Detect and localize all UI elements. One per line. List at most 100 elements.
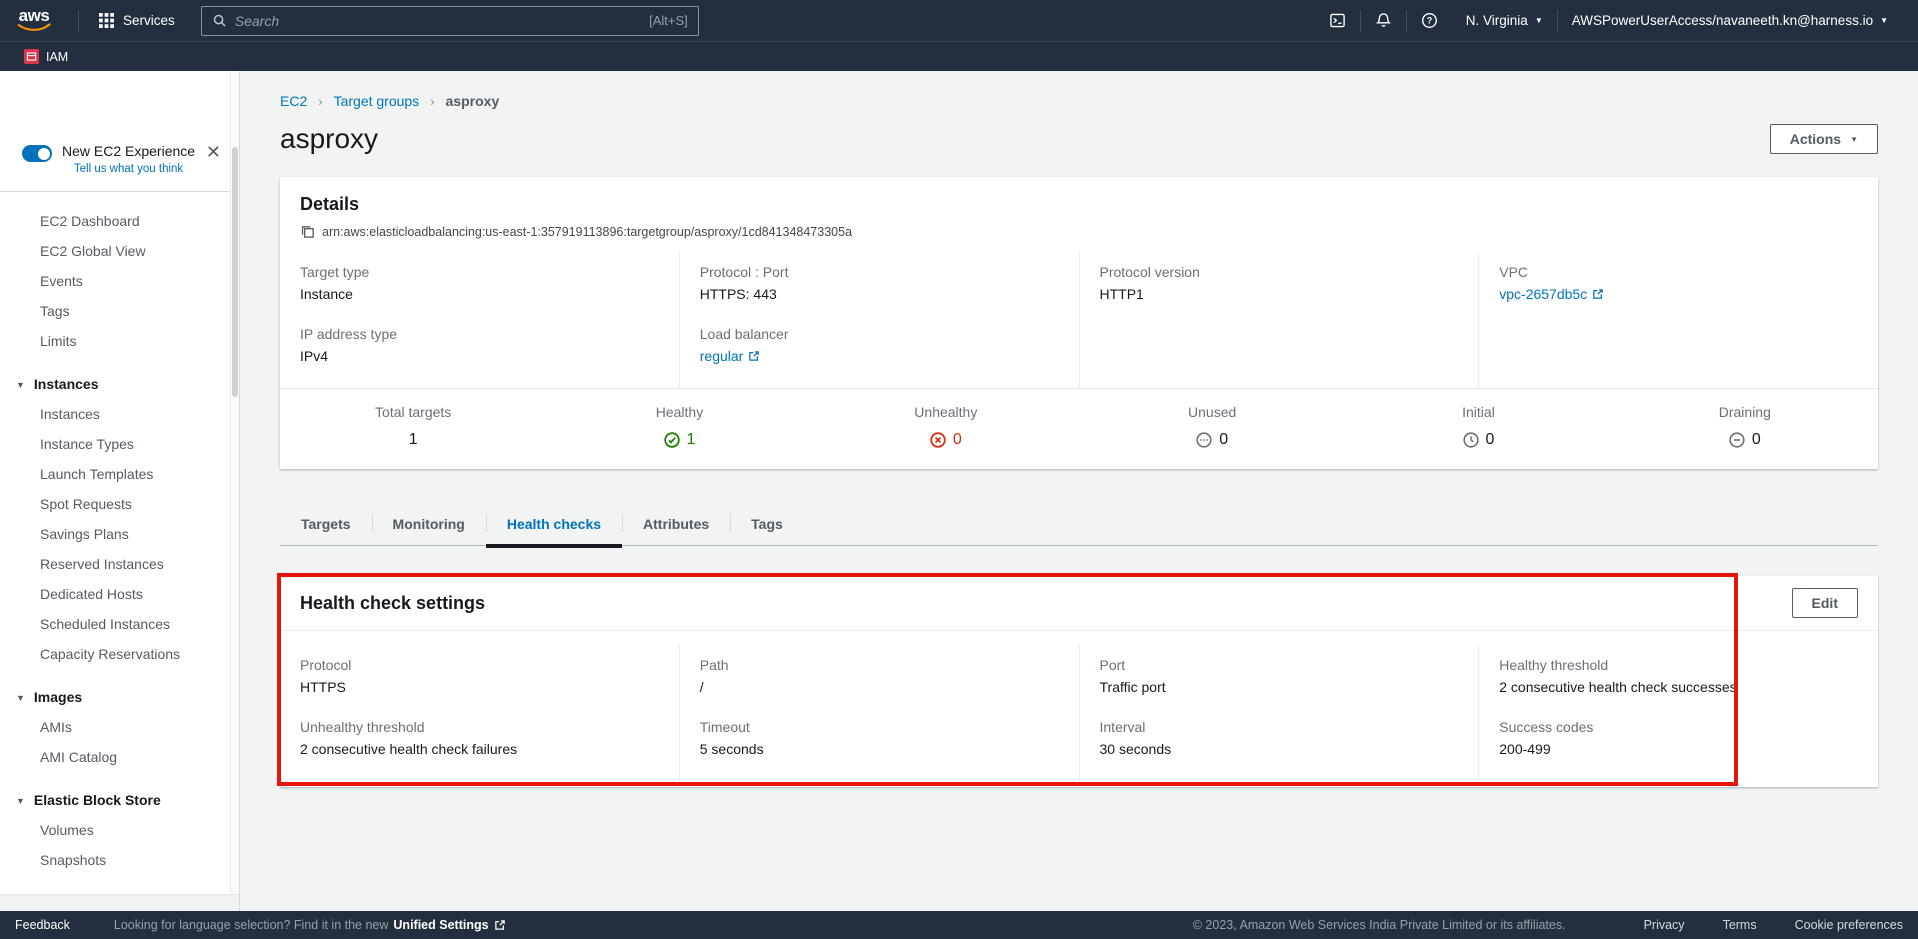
region-label: N. Virginia: [1466, 13, 1528, 28]
field-label: Timeout: [700, 719, 1059, 735]
close-icon[interactable]: ✕: [202, 143, 225, 161]
tab-health-checks[interactable]: Health checks: [486, 505, 622, 545]
sidebar-item-instances[interactable]: Instances: [0, 399, 239, 429]
sidebar-scrollbar[interactable]: [230, 71, 239, 894]
sidebar-section-images[interactable]: ▼Images: [0, 682, 239, 712]
field-label: VPC: [1499, 264, 1858, 280]
sidebar-item-dedicated-hosts[interactable]: Dedicated Hosts: [0, 579, 239, 609]
unified-settings-link[interactable]: Unified Settings: [393, 918, 488, 932]
sidebar-item-volumes[interactable]: Volumes: [0, 815, 239, 845]
tab-targets[interactable]: Targets: [280, 505, 372, 545]
field-label: Port: [1100, 657, 1459, 673]
sidebar-item-ec2-dashboard[interactable]: EC2 Dashboard: [0, 206, 239, 236]
services-menu-button[interactable]: Services: [91, 13, 183, 28]
global-search-box[interactable]: [Alt+S]: [201, 6, 699, 36]
hc-success-codes-value: 200-499: [1499, 741, 1858, 757]
account-menu[interactable]: AWSPowerUserAccess/navaneeth.kn@harness.…: [1558, 13, 1902, 28]
sidebar-item-spot-requests[interactable]: Spot Requests: [0, 489, 239, 519]
cloudshell-terminal-icon: [1329, 12, 1346, 29]
x-circle-icon: [930, 432, 946, 448]
sidebar-item-launch-templates[interactable]: Launch Templates: [0, 459, 239, 489]
minus-circle-icon: [1729, 432, 1745, 448]
triangle-down-icon: ▼: [16, 796, 25, 806]
breadcrumb-ec2-link[interactable]: EC2: [280, 93, 307, 109]
draining-count: 0: [1752, 431, 1761, 449]
sidebar-item-reserved-instances[interactable]: Reserved Instances: [0, 549, 239, 579]
search-shortcut-hint: [Alt+S]: [649, 13, 688, 28]
field-label: Protocol: [300, 657, 659, 673]
vpc-link[interactable]: vpc-2657db5c: [1499, 286, 1604, 302]
hc-port-value: Traffic port: [1100, 679, 1459, 695]
tab-monitoring[interactable]: Monitoring: [372, 505, 486, 545]
edit-button[interactable]: Edit: [1792, 588, 1858, 618]
favorite-iam-link[interactable]: IAM: [24, 49, 68, 64]
field-label: Load balancer: [700, 326, 1059, 342]
actions-button[interactable]: Actions ▼: [1770, 124, 1878, 154]
top-navigation-bar: aws Services [Alt+S]: [0, 0, 1918, 41]
health-check-grid: Protocol HTTPS Unhealthy threshold 2 con…: [280, 631, 1878, 787]
total-targets-count: 1: [409, 431, 418, 449]
terms-link[interactable]: Terms: [1723, 918, 1757, 932]
sidebar-item-savings-plans[interactable]: Savings Plans: [0, 519, 239, 549]
bell-icon: [1375, 12, 1392, 29]
cloudshell-button[interactable]: [1315, 12, 1360, 29]
search-input[interactable]: [235, 13, 649, 29]
cookie-preferences-link[interactable]: Cookie preferences: [1795, 918, 1903, 932]
region-selector[interactable]: N. Virginia ▼: [1452, 13, 1557, 28]
sidebar-item-scheduled-instances[interactable]: Scheduled Instances: [0, 609, 239, 639]
sidebar-item-amis[interactable]: AMIs: [0, 712, 239, 742]
sidebar-item-instance-types[interactable]: Instance Types: [0, 429, 239, 459]
tab-tags[interactable]: Tags: [730, 505, 804, 545]
services-grid-icon: [99, 13, 114, 28]
main-content: EC2 › Target groups › asproxy asproxy Ac…: [240, 71, 1918, 911]
sidebar-item-snapshots[interactable]: Snapshots: [0, 845, 239, 875]
breadcrumb-target-groups-link[interactable]: Target groups: [334, 93, 420, 109]
sidebar-item-limits[interactable]: Limits: [0, 326, 239, 356]
aws-logo[interactable]: aws: [16, 8, 52, 33]
total-targets-stat: Total targets 1: [280, 404, 546, 449]
copyright-text: © 2023, Amazon Web Services India Privat…: [1193, 918, 1566, 932]
new-experience-toggle[interactable]: [22, 145, 52, 162]
chevron-down-icon: ▼: [1535, 16, 1543, 25]
target-type-value: Instance: [300, 286, 659, 302]
copy-icon[interactable]: [300, 224, 315, 239]
services-label: Services: [123, 13, 175, 28]
sidebar-section-elastic-block-store[interactable]: ▼Elastic Block Store: [0, 785, 239, 815]
tab-attributes[interactable]: Attributes: [622, 505, 730, 545]
feedback-link[interactable]: Feedback: [15, 918, 70, 932]
help-button[interactable]: ?: [1407, 12, 1452, 29]
sidebar-menu: EC2 Dashboard EC2 Global View Events Tag…: [0, 192, 239, 875]
hc-protocol-value: HTTPS: [300, 679, 659, 695]
notifications-button[interactable]: [1361, 12, 1406, 29]
ip-address-type-value: IPv4: [300, 348, 659, 364]
field-label: Protocol version: [1100, 264, 1459, 280]
scrollbar-thumb[interactable]: [232, 147, 238, 397]
unused-stat: Unused 0: [1079, 404, 1345, 449]
target-group-tabs: Targets Monitoring Health checks Attribu…: [280, 505, 1878, 546]
healthy-count: 1: [687, 431, 696, 449]
initial-count: 0: [1486, 431, 1495, 449]
check-circle-icon: [664, 432, 680, 448]
field-label: Path: [700, 657, 1059, 673]
sidebar-item-ami-catalog[interactable]: AMI Catalog: [0, 742, 239, 772]
sidebar-section-instances[interactable]: ▼Instances: [0, 369, 239, 399]
triangle-down-icon: ▼: [16, 380, 25, 390]
hc-path-value: /: [700, 679, 1059, 695]
sidebar: New EC2 Experience Tell us what you thin…: [0, 71, 240, 911]
breadcrumb-current: asproxy: [446, 93, 500, 109]
new-experience-banner: New EC2 Experience Tell us what you thin…: [0, 143, 239, 192]
sidebar-item-tags[interactable]: Tags: [0, 296, 239, 326]
health-check-settings-title: Health check settings: [300, 593, 485, 614]
hc-unhealthy-threshold-value: 2 consecutive health check failures: [300, 741, 659, 757]
banner-feedback-link[interactable]: Tell us what you think: [62, 163, 195, 175]
sidebar-horizontal-scrollbar[interactable]: [0, 894, 239, 911]
field-label: Unhealthy threshold: [300, 719, 659, 735]
hc-healthy-threshold-value: 2 consecutive health check successes: [1499, 679, 1858, 695]
sidebar-item-events[interactable]: Events: [0, 266, 239, 296]
field-label: Success codes: [1499, 719, 1858, 735]
sidebar-item-ec2-global-view[interactable]: EC2 Global View: [0, 236, 239, 266]
sidebar-item-capacity-reservations[interactable]: Capacity Reservations: [0, 639, 239, 669]
privacy-link[interactable]: Privacy: [1644, 918, 1685, 932]
load-balancer-link[interactable]: regular: [700, 348, 761, 364]
breadcrumb-separator-icon: ›: [430, 94, 434, 109]
